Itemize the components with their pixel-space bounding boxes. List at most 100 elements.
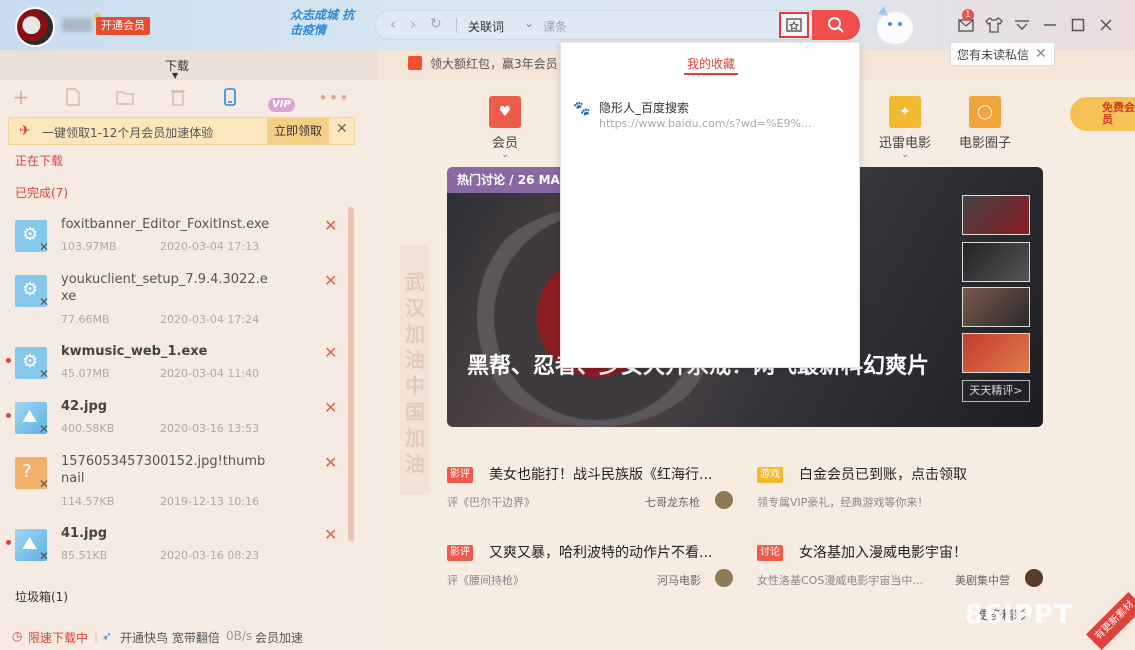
search-input[interactable]: 课条 [543, 18, 567, 35]
more-icon[interactable]: ••• [318, 86, 348, 108]
category-circle[interactable]: ◯ 电影圈子 [955, 96, 1015, 151]
search-button[interactable] [812, 10, 860, 40]
news-title[interactable]: 又爽又暴，哈利波特的动作片不看... [489, 542, 739, 562]
news-title[interactable]: 美女也能打！战斗民族版《红海行... [489, 464, 739, 484]
thumbnail[interactable] [962, 195, 1030, 235]
red-packet-icon [408, 56, 422, 70]
exe-file-icon: ⚙ ✕ [15, 275, 49, 309]
delete-icon[interactable] [167, 86, 189, 108]
refresh-icon[interactable]: ↻ [430, 16, 442, 32]
upgrade-link[interactable]: 开通快鸟 宽带翻倍 [120, 629, 220, 646]
accel-link[interactable]: 会员加速 [255, 629, 303, 646]
folder-icon[interactable] [114, 86, 136, 108]
close-icon[interactable]: ✕ [336, 121, 348, 137]
news-item[interactable]: 影评 美女也能打！战斗民族版《红海行... 评《巴尔干边界》 七哥龙东枪 [447, 462, 737, 522]
news-item[interactable]: 游戏 白金会员已到账，点击领取 领专属VIP豪礼，经典游戏等你来！ [757, 462, 1047, 522]
chevron-down-icon[interactable]: ⌄ [524, 16, 534, 30]
news-tag: 讨论 [757, 545, 783, 561]
delete-item-icon[interactable]: ✕ [324, 343, 337, 362]
list-item[interactable]: ⚙ ✕ youkuclient_setup_7.9.4.3022.exe 77.6… [0, 271, 345, 329]
thumbnail[interactable] [962, 287, 1030, 327]
delete-item-icon[interactable]: ✕ [324, 398, 337, 417]
section-trash[interactable]: 垃圾箱(1) [15, 588, 68, 605]
chevron-down-icon: ⌄ [900, 149, 910, 160]
news-tag: 影评 [447, 545, 473, 561]
file-size: 103.97MB [61, 240, 117, 253]
favorite-name: 隐形人_百度搜索 [599, 101, 690, 115]
section-completed[interactable]: 已完成(7) [15, 184, 68, 201]
file-size: 77.66MB [61, 313, 110, 326]
slogan-logo: 众志成城 抗击疫情 [290, 8, 355, 37]
username-blurred[interactable] [62, 18, 92, 32]
news-title[interactable]: 白金会员已到账，点击领取 [799, 464, 1049, 484]
close-icon[interactable]: ✕ [1035, 46, 1047, 62]
notice-strip[interactable]: 领大额红包，赢3年会员 [400, 50, 560, 76]
menu-icon[interactable] [1011, 14, 1033, 36]
file-date: 2020-03-04 17:24 [160, 313, 260, 326]
news-source: 美剧集中营 [955, 574, 1010, 587]
favorites-title[interactable]: 我的收藏 [561, 55, 861, 72]
favorites-button[interactable] [779, 12, 809, 38]
file-icon[interactable] [62, 86, 84, 108]
plane-icon: ✈ [19, 123, 31, 139]
add-icon[interactable]: + [10, 85, 32, 109]
thumbnail[interactable] [962, 333, 1030, 373]
thumbnail[interactable] [962, 242, 1030, 282]
category-label: 电影圈子 [958, 136, 1011, 151]
exe-file-icon: ⚙ ✕ [15, 220, 49, 254]
forward-icon[interactable]: › [410, 15, 416, 33]
new-dot [6, 413, 11, 418]
unknown-file-icon: ? ✕ [15, 457, 49, 491]
private-message-text: 您有未读私信 [957, 47, 1030, 62]
file-date: 2020-03-04 11:40 [160, 367, 260, 380]
image-file-icon: ⛰ ✕ [15, 529, 49, 563]
avatar[interactable] [15, 7, 55, 47]
daily-review-button[interactable]: 天天精评> [962, 380, 1030, 402]
site-watermark-logo: 86IPPT [965, 600, 1073, 630]
skin-icon[interactable] [983, 14, 1005, 36]
category-movie[interactable]: ✦ 迅雷电影 ⌄ [875, 96, 935, 160]
image-file-icon: ⛰ ✕ [15, 402, 49, 436]
list-item[interactable]: ⛰ ✕ 41.jpg 85.51KB 2020-03-16 08:23 ✕ [0, 525, 345, 583]
bird-icon: ➶ [102, 629, 113, 643]
maximize-icon[interactable] [1067, 14, 1089, 36]
caret-down-icon: ▼ [172, 71, 179, 80]
news-title[interactable]: 女洛基加入漫威电影宇宙！ [799, 542, 1049, 562]
news-tag: 影评 [447, 467, 473, 483]
delete-item-icon[interactable]: ✕ [324, 525, 337, 544]
status-bar: ◷ 限速下载中 | ➶ 开通快鸟 宽带翻倍 0B/s 会员加速 [0, 620, 378, 650]
category-vip[interactable]: ♥ 会员 ⌄ [475, 96, 535, 160]
speed-text: 0B/s [226, 629, 253, 643]
news-item[interactable]: 影评 又爽又暴，哈利波特的动作片不看... 评《腰间持枪》 河马电影 [447, 540, 737, 600]
keyword-label[interactable]: 关联词 [468, 18, 504, 35]
private-message-tip[interactable]: 您有未读私信 ✕ [950, 42, 1055, 66]
claim-button[interactable]: 立即领取 [267, 118, 329, 144]
vip-open-button[interactable]: 开通会员 [96, 17, 150, 35]
watermark-text: 武汉加油 中国加油 [400, 245, 430, 495]
phone-icon[interactable] [219, 86, 241, 108]
minimize-icon[interactable] [1039, 14, 1061, 36]
promo-banner: ✈ 一键领取1-12个月会员加速体验 立即领取 ✕ [8, 117, 355, 145]
section-downloading[interactable]: 正在下载 [15, 152, 63, 169]
delete-item-icon[interactable]: ✕ [324, 271, 337, 290]
delete-item-icon[interactable]: ✕ [324, 216, 337, 235]
favorites-popup: 我的收藏 🐾 隐形人_百度搜索 https://www.baidu.com/s?… [560, 42, 860, 368]
close-icon[interactable] [1095, 14, 1117, 36]
bookmark-icon [786, 18, 802, 32]
list-item[interactable]: ? ✕ 1576053457300152.jpg!thumbnail 114.57… [0, 453, 345, 511]
list-item[interactable]: ⛰ ✕ 42.jpg 400.58KB 2020-03-16 13:53 ✕ [0, 398, 345, 456]
list-item[interactable]: ⚙ ✕ kwmusic_web_1.exe 45.07MB 2020-03-04 … [0, 343, 345, 401]
news-subtitle: 评《腰间持枪》 [447, 574, 524, 587]
free-vip-button[interactable]: 免费会员 [1070, 97, 1135, 131]
scrollbar[interactable] [348, 207, 354, 542]
favorite-item[interactable]: 🐾 隐形人_百度搜索 https://www.baidu.com/s?wd=%E… [573, 99, 853, 135]
news-item[interactable]: 讨论 女洛基加入漫威电影宇宙！ 女性洛基COS漫威电影宇宙当中... 美剧集中营 [757, 540, 1047, 600]
limited-speed-text[interactable]: 限速下载中 [28, 629, 88, 646]
list-item[interactable]: ⚙ ✕ foxitbanner_Editor_FoxitInst.exe 103.… [0, 216, 345, 274]
baidu-paw-icon: 🐾 [573, 101, 591, 117]
file-name: kwmusic_web_1.exe [61, 344, 208, 359]
news-subtitle: 评《巴尔干边界》 [447, 496, 535, 509]
vip-icon[interactable]: VIP [268, 98, 295, 112]
back-icon[interactable]: ‹ [390, 15, 396, 33]
delete-item-icon[interactable]: ✕ [324, 453, 337, 472]
